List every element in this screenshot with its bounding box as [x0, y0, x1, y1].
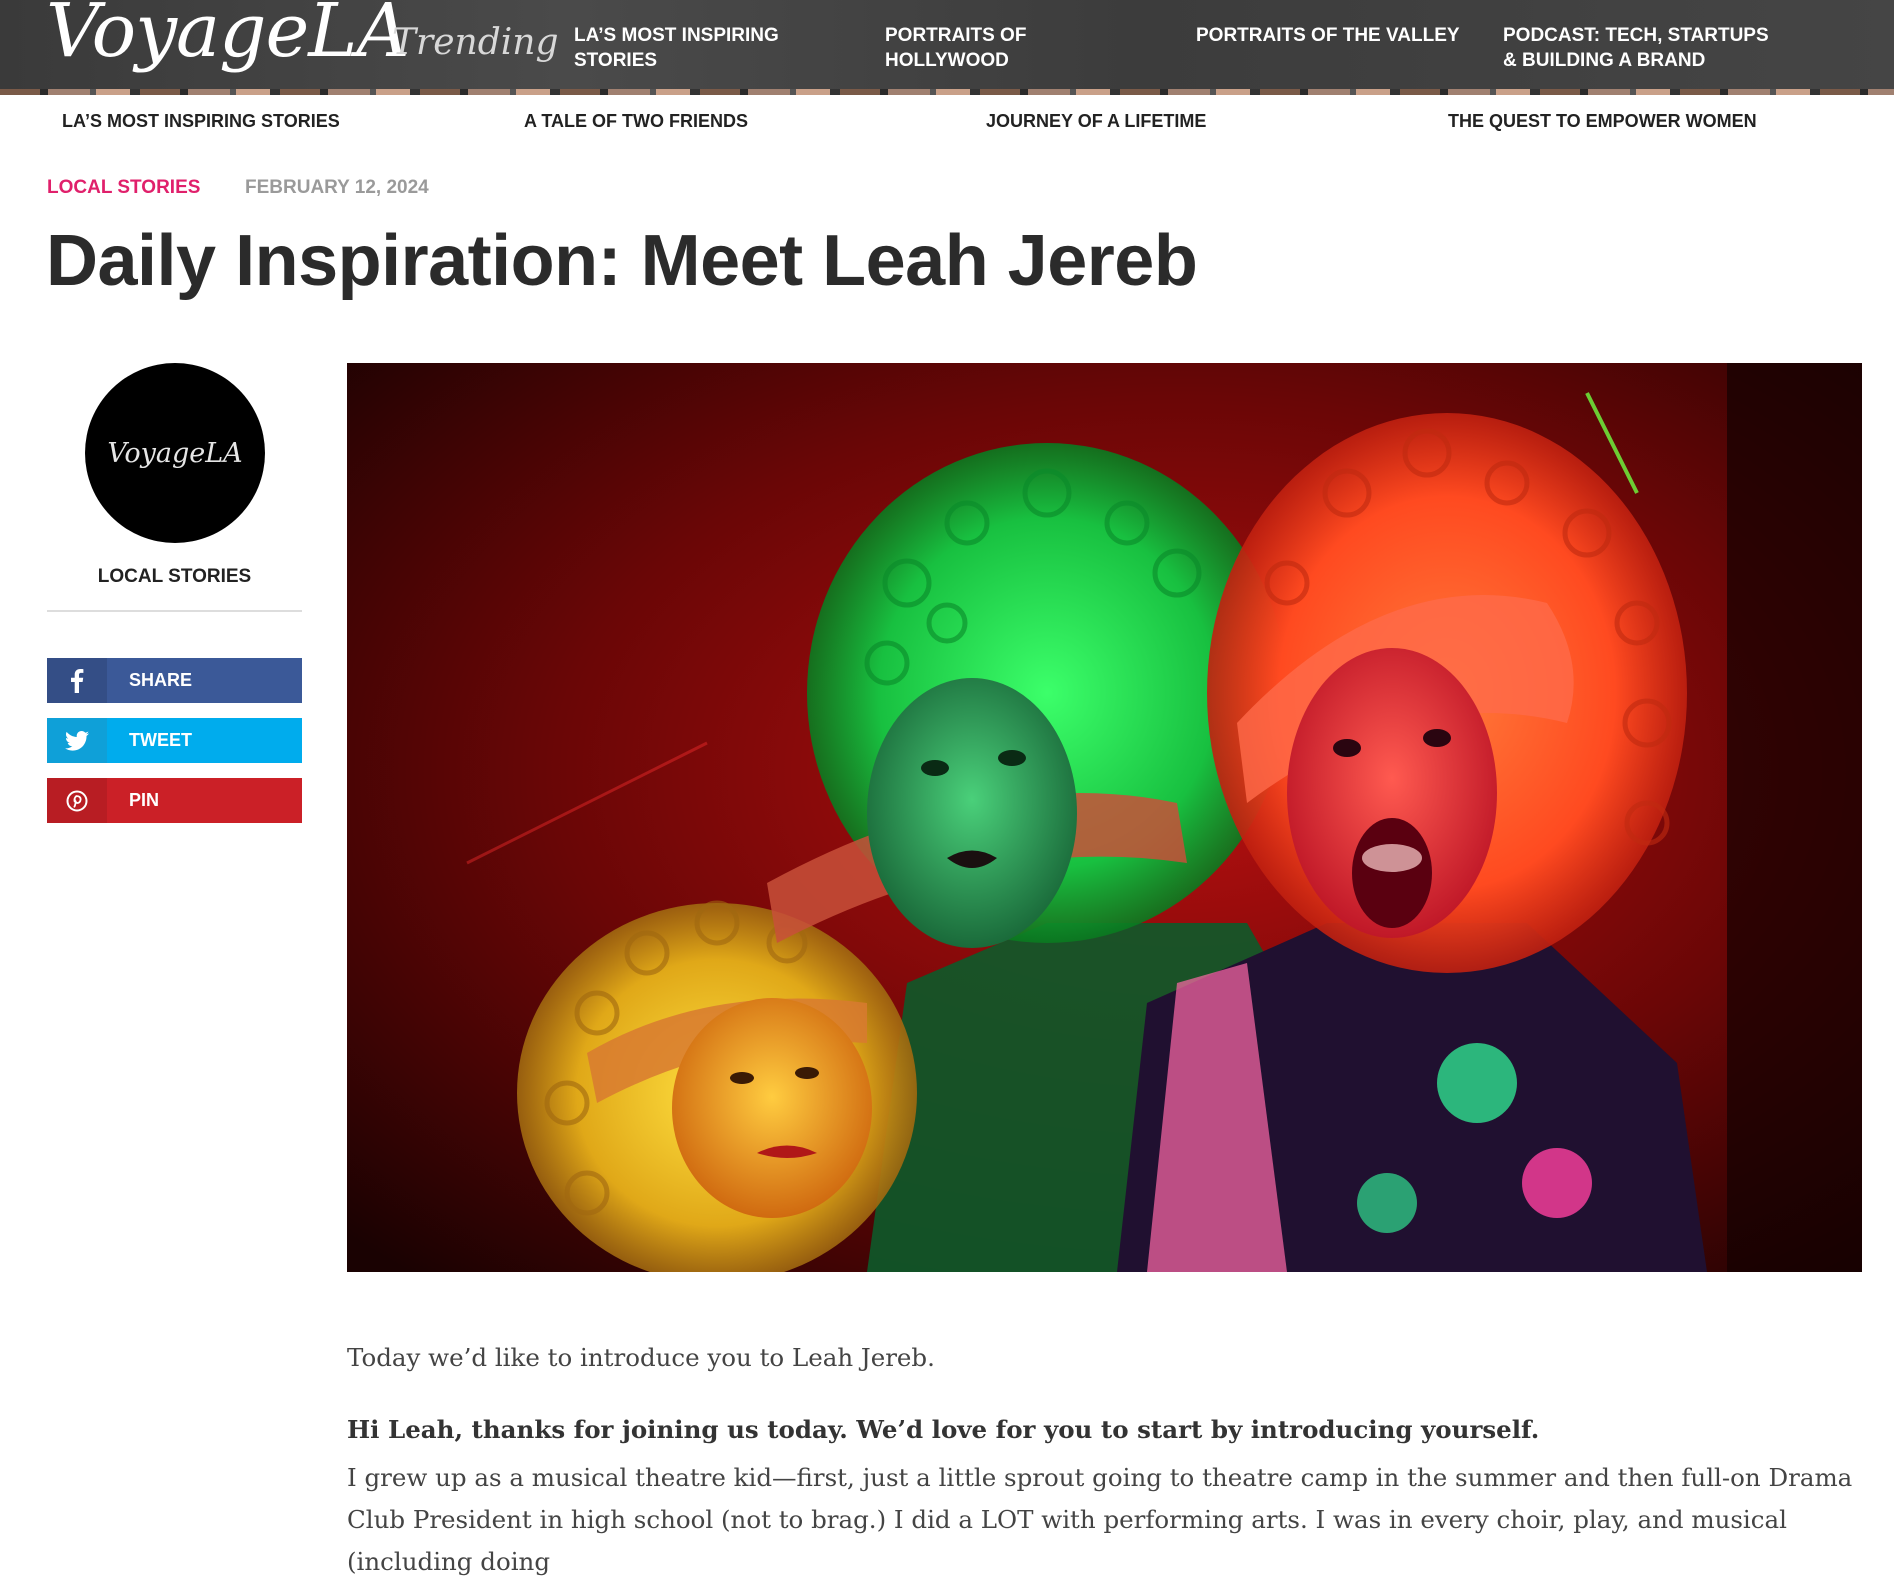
top-bar: VoyageLA Trending LA’S MOST INSPIRING ST…: [0, 0, 1894, 95]
site-logo[interactable]: VoyageLA: [46, 0, 410, 74]
author-avatar[interactable]: VoyageLA: [85, 363, 265, 543]
twitter-icon: [47, 718, 107, 763]
article-date: FEBRUARY 12, 2024: [245, 177, 429, 198]
subnav-item-journey-lifetime[interactable]: JOURNEY OF A LIFETIME: [986, 111, 1206, 132]
avatar-logo-text: VoyageLA: [107, 437, 243, 469]
facebook-icon: [47, 658, 107, 703]
twitter-tweet-label: TWEET: [129, 730, 192, 750]
article-title: Daily Inspiration: Meet Leah Jereb: [46, 221, 1198, 301]
topnav-item-podcast[interactable]: PODCAST: TECH, STARTUPS & BUILDING A BRA…: [1503, 23, 1773, 73]
header-photo-strip: [0, 89, 1894, 95]
topnav-item-portraits-valley[interactable]: PORTRAITS OF THE VALLEY: [1196, 23, 1496, 48]
subnav-item-empower-women[interactable]: THE QUEST TO EMPOWER WOMEN: [1448, 111, 1757, 132]
pinterest-icon: [47, 778, 107, 823]
facebook-share-label: SHARE: [129, 670, 193, 690]
hero-image: [347, 363, 1862, 1272]
twitter-tweet-button[interactable]: TWEET: [47, 718, 302, 763]
interview-question: Hi Leah, thanks for joining us today. We…: [347, 1414, 1540, 1444]
topnav-item-portraits-hollywood[interactable]: PORTRAITS OF HOLLYWOOD: [885, 23, 1065, 73]
pinterest-pin-label: PIN: [129, 790, 160, 810]
interview-answer: I grew up as a musical theatre kid—first…: [347, 1462, 1853, 1576]
subnav-item-inspiring-stories[interactable]: LA’S MOST INSPIRING STORIES: [62, 111, 340, 132]
topnav-item-inspiring-stories[interactable]: LA’S MOST INSPIRING STORIES: [574, 23, 804, 73]
trending-label: Trending: [392, 22, 559, 63]
sidebar-category-link[interactable]: LOCAL STORIES: [47, 566, 302, 588]
sidebar-divider: [47, 610, 302, 612]
article-category[interactable]: LOCAL STORIES: [47, 177, 200, 199]
facebook-share-button[interactable]: SHARE: [47, 658, 302, 703]
pinterest-pin-button[interactable]: PIN: [47, 778, 302, 823]
subnav-item-two-friends[interactable]: A TALE OF TWO FRIENDS: [524, 111, 748, 132]
article-intro: Today we’d like to introduce you to Leah…: [347, 1342, 935, 1372]
